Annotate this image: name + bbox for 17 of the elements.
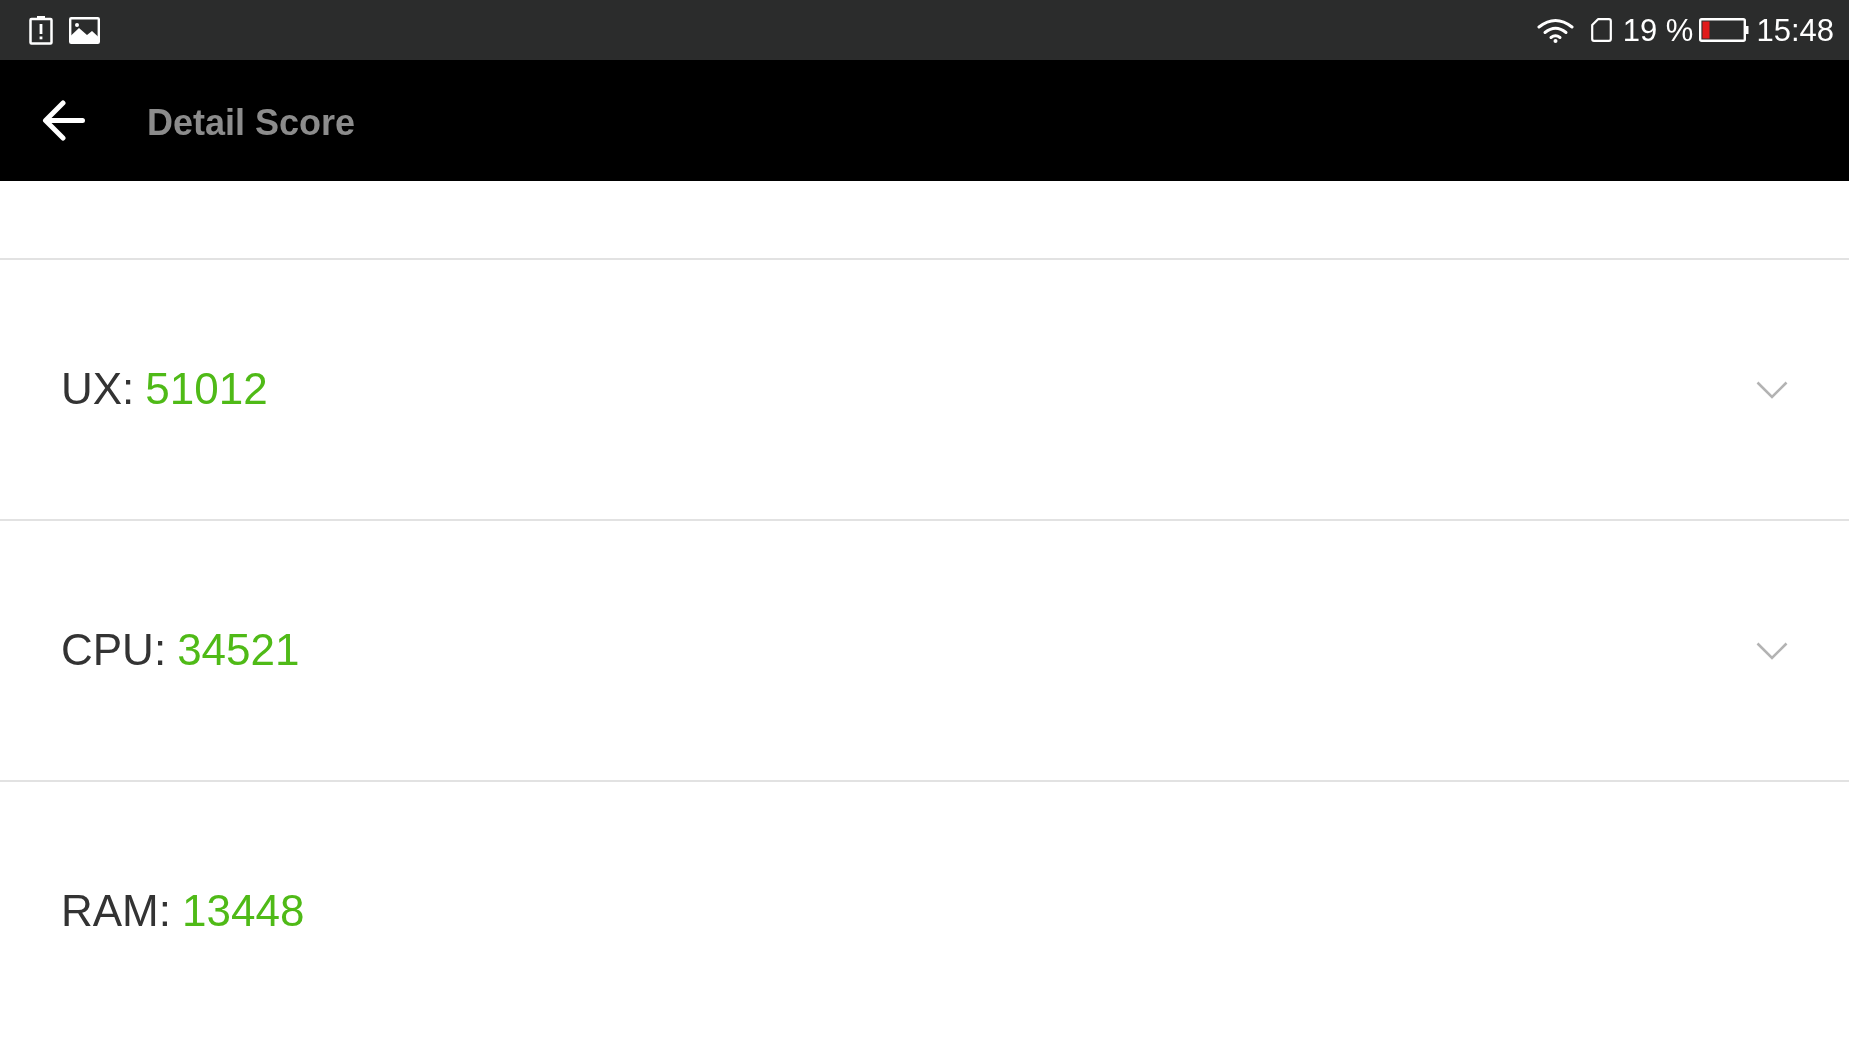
image-icon xyxy=(69,16,100,44)
score-label: RAM: xyxy=(61,885,171,938)
alert-icon xyxy=(29,15,53,45)
wifi-icon xyxy=(1536,17,1574,43)
score-label: CPU: xyxy=(61,624,167,677)
score-value: 13448 xyxy=(182,885,305,938)
score-value: 34521 xyxy=(177,624,300,677)
clock-time: 15:48 xyxy=(1756,14,1834,46)
sim-card-icon xyxy=(1590,18,1612,42)
score-label: UX: xyxy=(61,363,135,416)
battery-percentage: 19 % xyxy=(1622,14,1694,46)
score-value: 51012 xyxy=(145,363,268,416)
chevron-down-icon[interactable] xyxy=(1756,641,1788,660)
screen-title: Detail Score xyxy=(147,101,356,145)
battery-icon xyxy=(1699,18,1750,42)
back-arrow-icon xyxy=(42,100,85,141)
chevron-down-icon[interactable] xyxy=(1756,380,1788,399)
